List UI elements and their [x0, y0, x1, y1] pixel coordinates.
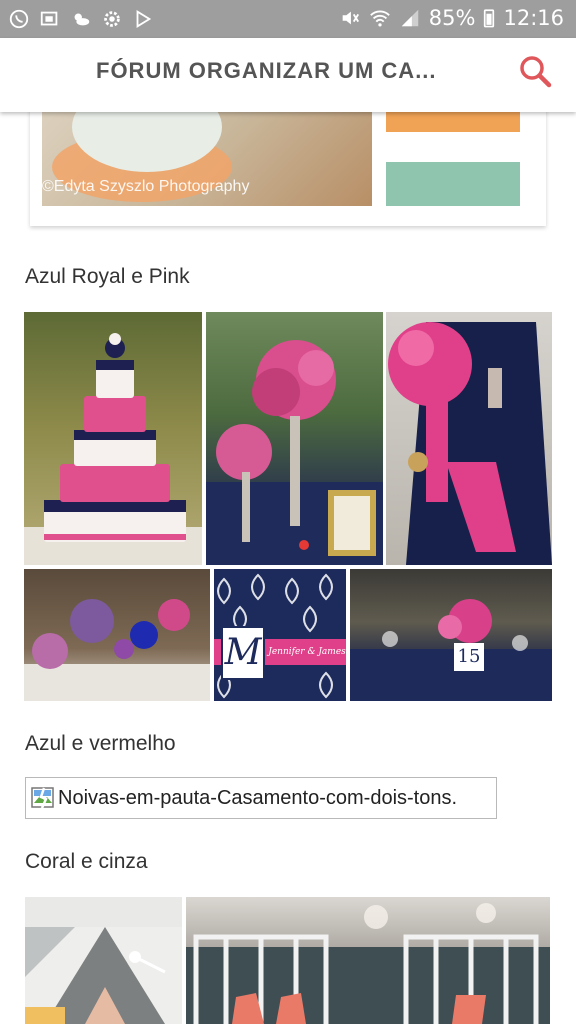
- section-title-coral-cinza: Coral e cinza: [25, 850, 148, 873]
- gallery-icon: [40, 11, 58, 26]
- status-bar: 85% 12:16: [0, 0, 576, 38]
- clock: 12:16: [503, 6, 564, 30]
- whatsapp-icon: [9, 9, 29, 29]
- app-bar: FÓRUM ORGANIZAR UM CA...: [0, 38, 576, 112]
- photo-watermark: ©Edyta Szyszlo Photography: [42, 178, 250, 195]
- play-store-icon: [136, 10, 152, 28]
- reception-table-photo[interactable]: 15: [350, 569, 552, 701]
- palette-card: ©Edyta Szyszlo Photography: [30, 112, 546, 226]
- page-title: FÓRUM ORGANIZAR UM CA...: [96, 58, 437, 83]
- search-icon[interactable]: [516, 52, 556, 92]
- cake-photo[interactable]: [24, 312, 202, 565]
- section-title-azul-royal-pink: Azul Royal e Pink: [25, 265, 190, 288]
- monogram-card-photo[interactable]: M Jennifer & James: [214, 569, 346, 701]
- broken-image-icon: [31, 787, 54, 809]
- monogram-names: Jennifer & James: [268, 647, 346, 657]
- weather-icon: [74, 13, 90, 26]
- table-number-card: 15: [457, 646, 481, 667]
- bouquet-photo[interactable]: [386, 312, 552, 565]
- coral-chairs-photo[interactable]: [186, 897, 550, 1024]
- signal-icon: [401, 9, 419, 27]
- grey-room-photo[interactable]: [25, 897, 182, 1024]
- floral-centerpiece-photo[interactable]: [206, 312, 383, 565]
- post-content[interactable]: ©Edyta Szyszlo Photography Azul Royal e …: [0, 112, 576, 1024]
- table-setting-photo[interactable]: [24, 569, 210, 701]
- wifi-icon: [369, 10, 390, 27]
- settings-icon: [104, 11, 120, 27]
- broken-image-alt-text: Noivas-em-pauta-Casamento-com-dois-tons.: [58, 786, 458, 809]
- battery-level: 85%: [428, 6, 476, 30]
- mute-icon: [342, 11, 359, 25]
- tea-table-photo: ©Edyta Szyszlo Photography: [42, 112, 372, 206]
- color-swatch-orange: [386, 112, 520, 132]
- monogram-letter: M: [224, 632, 262, 673]
- broken-image[interactable]: Noivas-em-pauta-Casamento-com-dois-tons.: [25, 777, 497, 819]
- color-swatch-green: [386, 162, 520, 206]
- section-title-azul-vermelho: Azul e vermelho: [25, 732, 176, 755]
- battery-icon: [484, 9, 495, 28]
